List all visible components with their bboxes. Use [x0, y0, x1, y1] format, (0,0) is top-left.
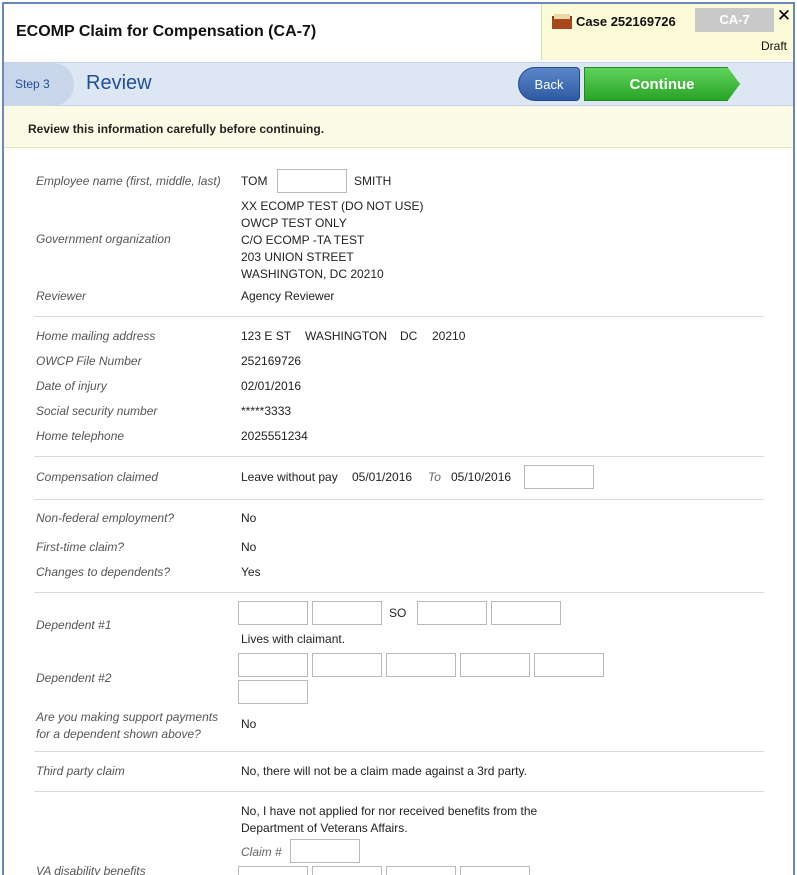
government-organization-label: Government organization [36, 232, 171, 246]
ssn-label: Social security number [36, 404, 158, 418]
third-party-claim-value: No, there will not be a claim made again… [241, 764, 527, 778]
government-organization-line: 203 UNION STREET [241, 250, 354, 264]
va-benefits-field [312, 866, 382, 875]
notice-banner: Review this information carefully before… [4, 106, 793, 148]
compensation-to-label: To [428, 470, 441, 484]
compensation-extra-field [524, 465, 594, 489]
employee-first-name: TOM [241, 174, 268, 188]
dependent-2-field [460, 653, 530, 677]
compensation-from-date: 05/01/2016 [352, 470, 413, 484]
first-time-claim-label: First-time claim? [36, 540, 125, 554]
government-organization-line: XX ECOMP TEST (DO NOT USE) [241, 199, 424, 213]
folder-icon [552, 14, 572, 29]
va-benefits-field [460, 866, 530, 875]
step-bar: Step 3 Review Back Continue [4, 62, 793, 106]
support-payments-value: No [241, 717, 257, 731]
ssn-value: *****3333 [241, 404, 292, 418]
owcp-file-number-value: 252169726 [241, 354, 302, 368]
government-organization-line: WASHINGTON, DC 20210 [241, 267, 384, 281]
dependent-1-note: Lives with claimant. [241, 632, 346, 646]
dependent-2-field [238, 653, 308, 677]
employee-last-name: SMITH [354, 174, 392, 188]
dependent-1-field [238, 601, 308, 625]
address-state: DC [400, 329, 418, 343]
dependent-1-field [417, 601, 487, 625]
va-benefits-field [386, 866, 456, 875]
support-payments-label: for a dependent shown above? [36, 727, 201, 741]
home-telephone-label: Home telephone [36, 429, 125, 443]
step-title: Review [86, 72, 152, 94]
dependent-1-relation: SO [389, 606, 407, 620]
form-code-badge: CA-7 [695, 8, 774, 32]
va-benefits-text: No, I have not applied for nor received … [241, 804, 538, 818]
dependent-2-field [534, 653, 604, 677]
section-divider [34, 751, 764, 752]
date-of-injury-label: Date of injury [36, 379, 107, 393]
case-number: Case 252169726 [576, 14, 676, 29]
changes-to-dependents-value: Yes [241, 565, 261, 579]
home-telephone-value: 2025551234 [241, 429, 308, 443]
government-organization-line: C/O ECOMP -TA TEST [241, 233, 365, 247]
case-info-panel: Case 252169726 CA-7 ✕ Draft [541, 4, 793, 60]
title-bar: ECOMP Claim for Compensation (CA-7) Case… [4, 4, 793, 62]
app-title: ECOMP Claim for Compensation (CA-7) [16, 23, 317, 40]
address-zip: 20210 [432, 329, 466, 343]
compensation-type: Leave without pay [241, 470, 338, 484]
home-address-label: Home mailing address [36, 329, 156, 343]
reviewer-value: Agency Reviewer [241, 289, 335, 303]
claim-window: ECOMP Claim for Compensation (CA-7) Case… [2, 2, 795, 875]
first-time-claim-value: No [241, 540, 257, 554]
case-status: Draft [760, 39, 787, 53]
va-claim-number-label: Claim # [241, 845, 282, 859]
step-label: Step 3 [15, 77, 50, 91]
va-benefits-field [238, 866, 308, 875]
dependent-1-field [491, 601, 561, 625]
employee-name-label: Employee name (first, middle, last) [36, 174, 221, 188]
dependent-2-field [238, 680, 308, 704]
date-of-injury-value: 02/01/2016 [241, 379, 302, 393]
section-divider [34, 791, 764, 792]
section-divider [34, 499, 764, 500]
employee-middle-name-field [277, 169, 347, 193]
va-benefits-text: Department of Veterans Affairs. [241, 821, 408, 835]
va-disability-benefits-label: VA disability benefits [36, 864, 146, 875]
dependent-2-field [312, 653, 382, 677]
continue-button[interactable]: Continue [584, 67, 740, 101]
back-button[interactable]: Back [518, 67, 580, 101]
va-claim-number-field [290, 839, 360, 863]
section-divider [34, 592, 764, 593]
address-city: WASHINGTON [305, 329, 388, 343]
non-federal-employment-label: Non-federal employment? [36, 511, 175, 525]
changes-to-dependents-label: Changes to dependents? [36, 565, 171, 579]
support-payments-label: Are you making support payments [36, 710, 219, 724]
dependent-2-label: Dependent #2 [36, 671, 112, 685]
compensation-to-date: 05/10/2016 [451, 470, 512, 484]
compensation-claimed-label: Compensation claimed [36, 470, 159, 484]
non-federal-employment-value: No [241, 511, 257, 525]
step-indicator: Step 3 [4, 63, 74, 106]
government-organization-line: OWCP TEST ONLY [241, 216, 347, 230]
dependent-1-field [312, 601, 382, 625]
notice-text: Review this information carefully before… [28, 122, 325, 136]
owcp-file-number-label: OWCP File Number [36, 354, 142, 368]
close-icon[interactable]: ✕ [775, 6, 793, 26]
third-party-claim-label: Third party claim [36, 764, 125, 778]
section-divider [34, 316, 764, 317]
section-divider [34, 456, 764, 457]
dependent-2-field [386, 653, 456, 677]
dependent-1-label: Dependent #1 [36, 618, 112, 632]
address-street: 123 E ST [241, 329, 292, 343]
reviewer-label: Reviewer [36, 289, 87, 303]
